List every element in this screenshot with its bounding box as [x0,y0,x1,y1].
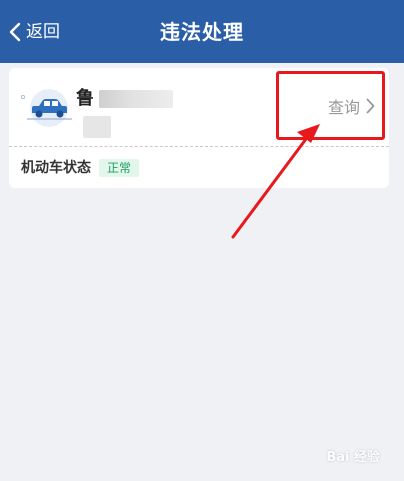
status-badge: 正常 [99,159,140,177]
vehicle-subinfo-blur [83,116,111,138]
header-bar: 返回 违法处理 [0,0,404,63]
plate-number-blur [99,90,173,108]
car-icon [21,89,72,127]
annotation-highlight-box [276,71,385,140]
watermark: Bai 经验 [326,450,380,465]
vehicle-status-label: 机动车状态 [21,160,91,176]
card-divider [9,146,389,147]
page-title: 违法处理 [160,20,244,44]
plate-number: 鲁 [76,88,94,109]
